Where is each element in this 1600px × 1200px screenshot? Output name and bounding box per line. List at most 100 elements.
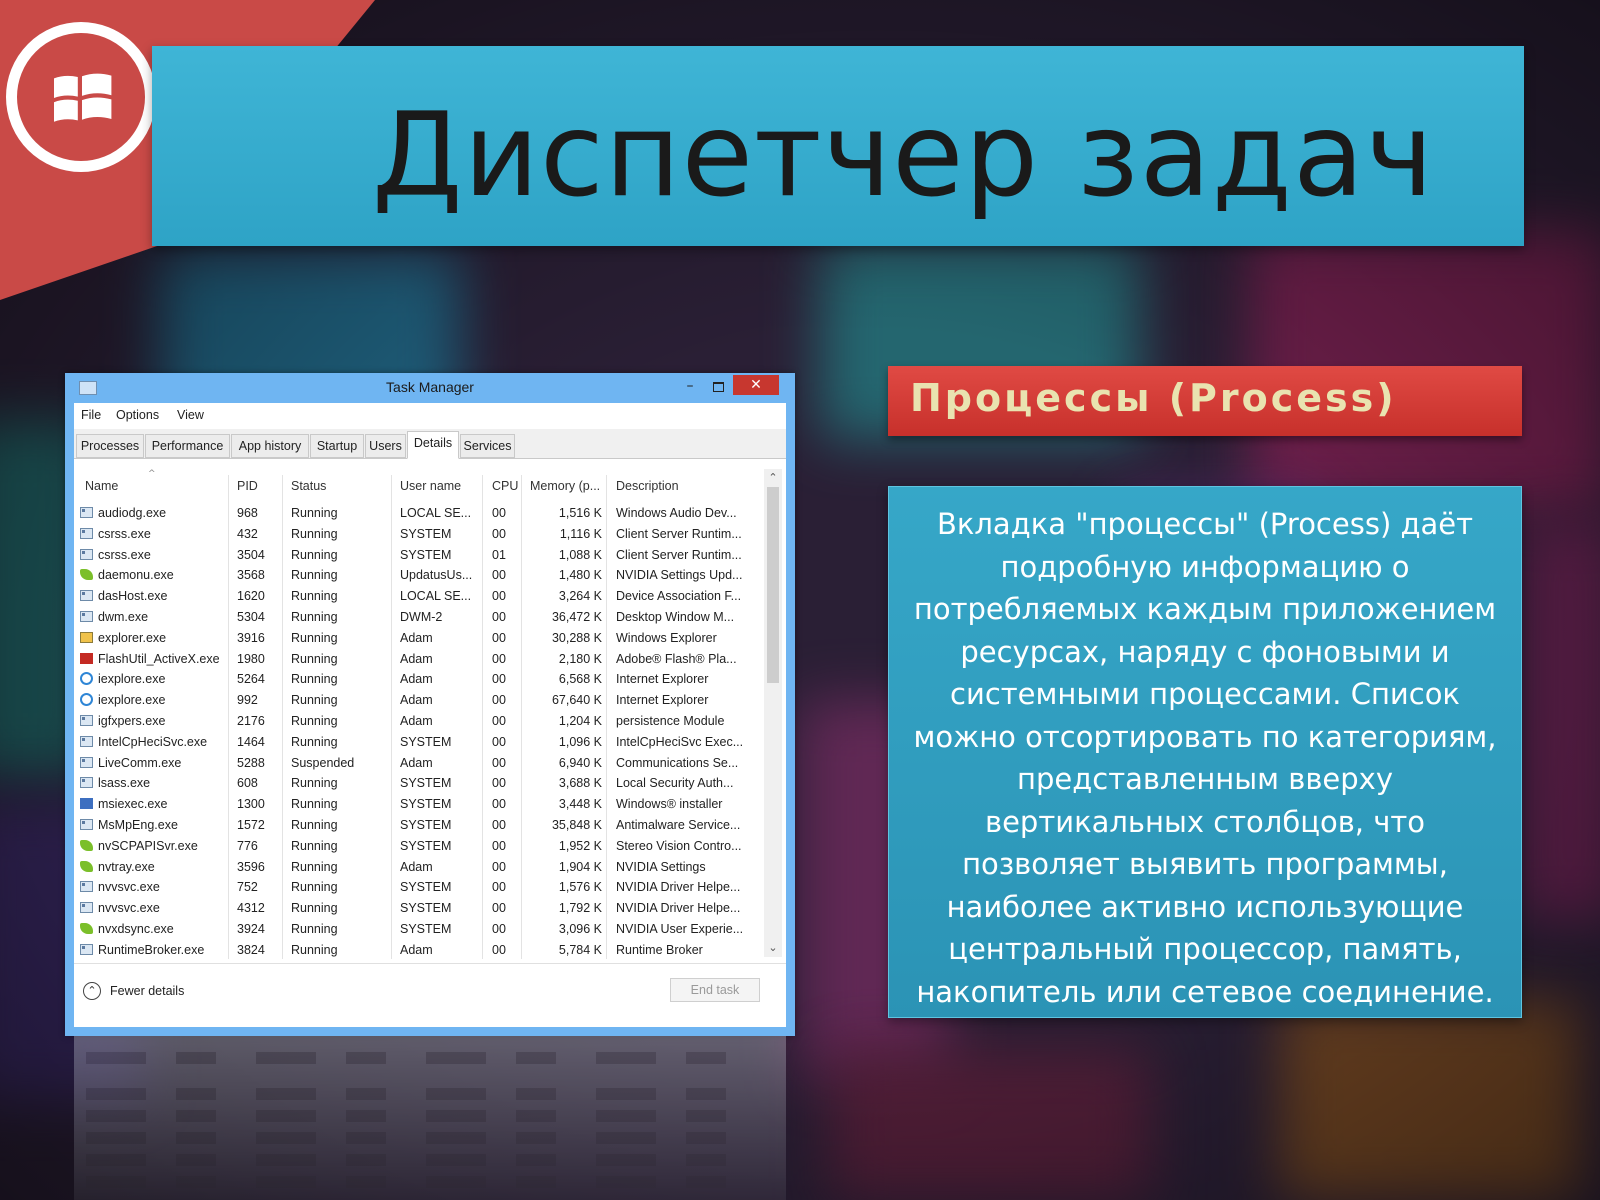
process-icon xyxy=(80,548,93,560)
close-button[interactable]: ✕ xyxy=(733,375,779,395)
table-row[interactable]: nvvsvc.exe 752 Running SYSTEM 00 1,576 K NVIDI… xyxy=(74,877,764,898)
process-memory: 3,264 K xyxy=(558,589,602,604)
process-description: Windows Audio Dev... xyxy=(616,506,737,520)
process-description: Internet Explorer xyxy=(616,672,709,687)
end-task-button[interactable]: End task xyxy=(670,978,760,1002)
process-cpu: 00 xyxy=(492,526,506,541)
process-user: Adam xyxy=(400,672,433,687)
process-icon xyxy=(80,923,93,934)
tab-app-history[interactable]: App history xyxy=(231,434,309,458)
tab-performance[interactable]: Performance xyxy=(145,434,230,458)
process-icon xyxy=(80,756,93,768)
process-cpu: 00 xyxy=(492,589,506,604)
process-user: DWM-2 xyxy=(400,610,443,624)
process-pid: 5264 xyxy=(237,672,265,687)
process-status: Running xyxy=(291,610,338,624)
process-user: SYSTEM xyxy=(400,922,452,936)
col-name[interactable]: Name xyxy=(85,479,118,493)
col-status[interactable]: Status xyxy=(291,479,326,493)
process-cpu: 00 xyxy=(492,734,506,749)
vertical-scrollbar[interactable]: ⌃ ⌄ xyxy=(764,469,782,957)
fewer-details-link[interactable]: Fewer details xyxy=(110,984,184,998)
col-memory[interactable]: Memory (p... xyxy=(530,479,600,493)
process-icon xyxy=(80,590,93,602)
task-manager-window: Task Manager – ✕ File Options View Proce… xyxy=(65,373,795,1036)
tab-users[interactable]: Users xyxy=(365,434,406,458)
table-row[interactable]: RuntimeBroker.exe 3824 Running Adam 00 5,784 … xyxy=(74,940,764,961)
table-row[interactable]: FlashUtil_ActiveX.exe 1980 Running Adam 00 2,… xyxy=(74,649,764,670)
process-cpu: 00 xyxy=(492,693,506,708)
table-row[interactable]: explorer.exe 3916 Running Adam 00 30,288 K Win… xyxy=(74,628,764,649)
process-pid: 776 xyxy=(237,838,258,853)
process-cpu: 00 xyxy=(492,755,506,770)
tab-services[interactable]: Services xyxy=(460,434,515,458)
table-row[interactable]: csrss.exe 3504 Running SYSTEM 01 1,088 K Clien… xyxy=(74,545,764,566)
process-name: LiveComm.exe xyxy=(98,755,182,770)
process-name: dasHost.exe xyxy=(98,589,168,604)
process-name: IntelCpHeciSvc.exe xyxy=(98,734,208,749)
process-pid: 3916 xyxy=(237,630,265,645)
process-description: Local Security Auth... xyxy=(616,776,734,791)
table-row[interactable]: IntelCpHeciSvc.exe 1464 Running SYSTEM 00 1,0… xyxy=(74,732,764,753)
process-user: SYSTEM xyxy=(400,818,452,832)
process-cpu: 00 xyxy=(492,506,506,520)
process-status: Running xyxy=(291,506,338,520)
table-row[interactable]: iexplore.exe 992 Running Adam 00 67,640 K Inte… xyxy=(74,690,764,711)
col-user-name[interactable]: User name xyxy=(400,479,461,493)
process-icon xyxy=(80,819,93,830)
minimize-button[interactable]: – xyxy=(677,377,703,397)
table-row[interactable]: dasHost.exe 1620 Running LOCAL SE... 00 3,264… xyxy=(74,586,764,607)
menu-view[interactable]: View xyxy=(177,408,204,422)
table-row[interactable]: audiodg.exe 968 Running LOCAL SE... 00 1,516 … xyxy=(74,503,764,524)
table-row[interactable]: dwm.exe 5304 Running DWM-2 00 36,472 K Desktop… xyxy=(74,607,764,628)
table-row[interactable]: igfxpers.exe 2176 Running Adam 00 1,204 K pers… xyxy=(74,711,764,732)
table-row[interactable]: lsass.exe 608 Running SYSTEM 00 3,688 K Local … xyxy=(74,773,764,794)
window-titlebar[interactable]: Task Manager – ✕ xyxy=(65,373,795,401)
table-row[interactable]: nvxdsync.exe 3924 Running SYSTEM 00 3,096 K NV… xyxy=(74,919,764,940)
process-memory: 2,180 K xyxy=(558,651,602,666)
scroll-down-icon[interactable]: ⌄ xyxy=(764,939,782,957)
table-row[interactable]: iexplore.exe 5264 Running Adam 00 6,568 K Inte… xyxy=(74,669,764,690)
process-icon xyxy=(80,507,93,518)
tab-startup[interactable]: Startup xyxy=(310,434,364,458)
col-description[interactable]: Description xyxy=(616,479,679,493)
process-name: iexplore.exe xyxy=(98,693,166,708)
windows-logo-badge xyxy=(6,22,156,172)
process-memory: 1,096 K xyxy=(558,734,602,749)
menu-options[interactable]: Options xyxy=(116,408,159,422)
table-row[interactable]: MsMpEng.exe 1572 Running SYSTEM 00 35,848 K An… xyxy=(74,815,764,836)
process-name: nvSCPAPISvr.exe xyxy=(98,838,198,853)
process-user: Adam xyxy=(400,942,433,957)
process-name: csrss.exe xyxy=(98,547,151,562)
table-row[interactable]: csrss.exe 432 Running SYSTEM 00 1,116 K Client… xyxy=(74,524,764,545)
process-description: Internet Explorer xyxy=(616,693,709,708)
scroll-up-icon[interactable]: ⌃ xyxy=(764,469,782,487)
table-row[interactable]: LiveComm.exe 5288 Suspended Adam 00 6,940 K Co… xyxy=(74,753,764,774)
menu-file[interactable]: File xyxy=(81,408,101,422)
col-cpu[interactable]: CPU xyxy=(492,479,518,493)
tab-processes[interactable]: Processes xyxy=(76,434,144,458)
process-memory: 30,288 K xyxy=(551,630,602,645)
scroll-thumb[interactable] xyxy=(767,487,779,683)
maximize-button[interactable] xyxy=(705,377,731,397)
table-row[interactable]: msiexec.exe 1300 Running SYSTEM 00 3,448 K Win… xyxy=(74,794,764,815)
chevron-up-icon[interactable]: ⌃ xyxy=(83,982,101,1000)
process-status: Running xyxy=(291,693,338,708)
process-cpu: 00 xyxy=(492,651,506,666)
tab-bar: Processes Performance App history Startu… xyxy=(74,429,786,459)
process-icon xyxy=(80,527,93,539)
col-pid[interactable]: PID xyxy=(237,479,258,493)
process-icon xyxy=(80,631,93,643)
table-row[interactable]: nvvsvc.exe 4312 Running SYSTEM 00 1,792 K NVID… xyxy=(74,898,764,919)
process-status: Running xyxy=(291,776,338,791)
process-memory: 67,640 K xyxy=(551,693,602,708)
tab-details[interactable]: Details xyxy=(407,431,459,459)
table-row[interactable]: nvtray.exe 3596 Running Adam 00 1,904 K NVIDIA… xyxy=(74,857,764,878)
table-row[interactable]: nvSCPAPISvr.exe 776 Running SYSTEM 00 1,952 K… xyxy=(74,836,764,857)
table-row[interactable]: daemonu.exe 3568 Running UpdatusUs... 00 1,48… xyxy=(74,565,764,586)
process-name: nvtray.exe xyxy=(98,859,155,874)
process-status: Running xyxy=(291,568,338,583)
process-memory: 1,576 K xyxy=(558,880,602,895)
process-name: audiodg.exe xyxy=(98,506,167,520)
process-user: SYSTEM xyxy=(400,776,452,791)
